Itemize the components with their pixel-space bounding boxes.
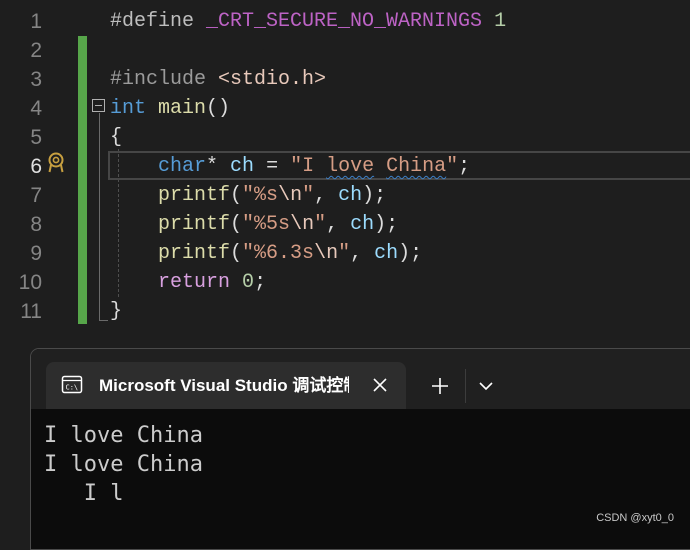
line-number: 11 [20, 300, 42, 323]
code-line-2[interactable]: 2 [0, 36, 690, 65]
console-line: I l [44, 481, 124, 506]
terminal-titlebar[interactable]: C:\ Microsoft Visual Studio 调试控制台 [31, 349, 690, 409]
line-number: 3 [30, 68, 42, 91]
line-number: 8 [30, 213, 42, 236]
line-number: 5 [30, 126, 42, 149]
chevron-down-icon[interactable] [477, 377, 495, 395]
code-text: int main() [110, 97, 231, 120]
terminal-tab[interactable]: C:\ Microsoft Visual Studio 调试控制台 [46, 362, 406, 409]
code-text: printf("%s\n", ch); [158, 184, 387, 207]
spelling-squiggle: China [386, 155, 447, 178]
code-line-9[interactable]: 9 printf("%6.3s\n", ch); [0, 239, 690, 268]
code-line-8[interactable]: 8 printf("%5s\n", ch); [0, 210, 690, 239]
watermark: CSDN @xyt0_0 [596, 512, 674, 524]
spelling-squiggle: love [326, 155, 375, 178]
tab-title: Microsoft Visual Studio 调试控制台 [99, 376, 349, 395]
code-line-5[interactable]: 5 { [0, 123, 690, 152]
plus-icon[interactable] [429, 375, 451, 397]
code-text: #define _CRT_SECURE_NO_WARNINGS 1 [110, 10, 507, 33]
close-icon[interactable] [371, 376, 389, 394]
code-line-4[interactable]: 4 int main() [0, 94, 690, 123]
code-line-6[interactable]: 6 char* ch = "I love China"; [0, 152, 690, 181]
code-line-1[interactable]: 1 #define _CRT_SECURE_NO_WARNINGS 1 [0, 7, 690, 36]
line-number: 1 [30, 10, 42, 33]
code-text: char* ch = "I love China"; [158, 155, 471, 178]
code-line-7[interactable]: 7 printf("%s\n", ch); [0, 181, 690, 210]
debug-console-window[interactable]: C:\ Microsoft Visual Studio 调试控制台 I love… [30, 348, 690, 550]
code-editor[interactable]: 1 #define _CRT_SECURE_NO_WARNINGS 1 2 3 … [0, 0, 690, 345]
code-text: } [110, 300, 123, 323]
console-line: I love China [44, 452, 203, 477]
code-line-3[interactable]: 3 #include <stdio.h> [0, 65, 690, 94]
code-text: printf("%5s\n", ch); [158, 213, 399, 236]
console-window-icon: C:\ [61, 375, 83, 394]
console-line: I love China [44, 423, 203, 448]
line-number: 9 [30, 242, 42, 265]
titlebar-divider [465, 369, 466, 403]
line-number: 2 [30, 39, 42, 62]
line-number: 10 [18, 271, 42, 294]
code-text: { [110, 126, 123, 149]
code-line-11[interactable]: 11 } [0, 297, 690, 326]
line-number: 7 [30, 184, 42, 207]
line-number: 4 [30, 97, 42, 120]
svg-text:C:\: C:\ [66, 384, 79, 392]
code-text: printf("%6.3s\n", ch); [158, 242, 423, 265]
code-text: #include <stdio.h> [110, 68, 327, 91]
code-text: return 0; [158, 271, 267, 294]
code-line-10[interactable]: 10 return 0; [0, 268, 690, 297]
line-number-active: 6 [30, 155, 42, 178]
console-output: I love China I love China I l [44, 421, 203, 508]
